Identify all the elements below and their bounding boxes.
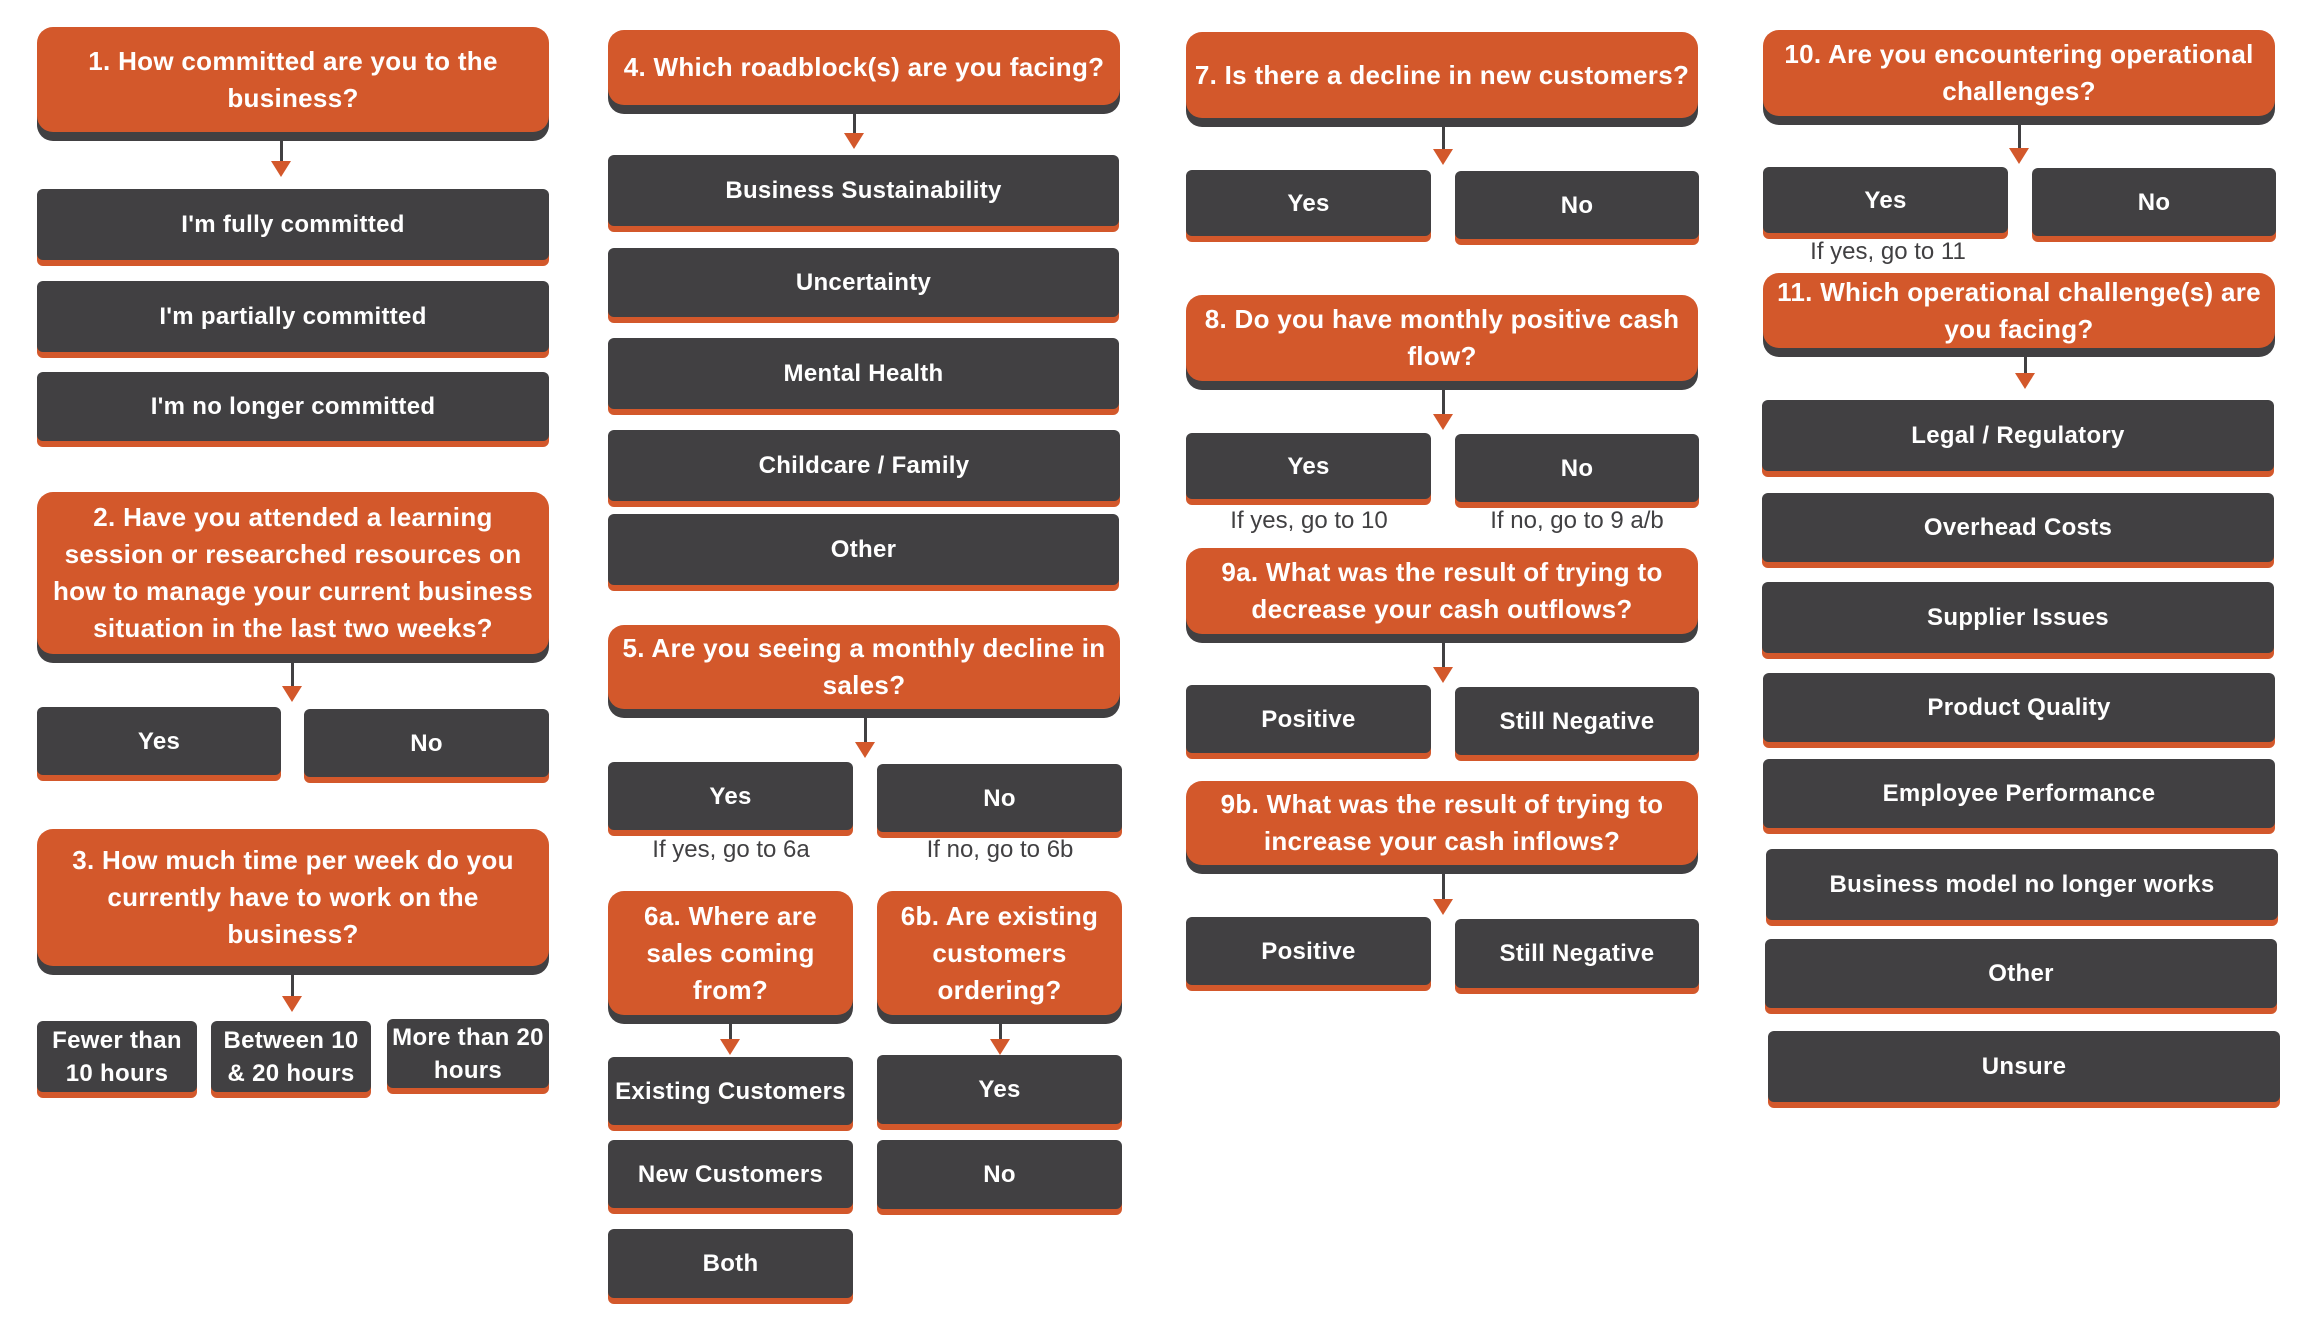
answer-box-q9a: Still Negative [1455, 687, 1699, 755]
answer-box-q11: Supplier Issues [1762, 582, 2274, 653]
answer-box-q4: Childcare / Family [608, 430, 1120, 501]
question-box-q6a: 6a. Where are sales coming from? [608, 891, 853, 1015]
question-box-q9a: 9a. What was the result of trying to dec… [1186, 548, 1698, 634]
answer-box-q11: Other [1765, 939, 2277, 1008]
answer-box-q10: Yes [1763, 167, 2008, 233]
answer-box-q3: More than 20 hours [387, 1019, 549, 1088]
answer-box-q3: Between 10 & 20 hours [211, 1021, 371, 1092]
answer-box-q8: No [1455, 434, 1699, 502]
answer-box-q11: Employee Performance [1763, 759, 2275, 828]
answer-box-q3: Fewer than 10 hours [37, 1021, 197, 1092]
answer-box-q4: Uncertainty [608, 248, 1119, 317]
question-box-q7: 7. Is there a decline in new customers? [1186, 32, 1698, 118]
question-box-q11: 11. Which operational challenge(s) are y… [1763, 273, 2275, 348]
answer-box-q4: Other [608, 514, 1119, 585]
question-box-q8: 8. Do you have monthly positive cash flo… [1186, 295, 1698, 381]
question-box-q6b: 6b. Are existing customers ordering? [877, 891, 1122, 1015]
question-box-q4: 4. Which roadblock(s) are you facing? [608, 30, 1120, 105]
answer-box-q9a: Positive [1186, 685, 1431, 753]
routing-caption: If no, go to 9 a/b [1490, 507, 1664, 534]
routing-caption: If yes, go to 10 [1230, 507, 1388, 534]
answer-box-q5: No [877, 764, 1122, 832]
answer-box-q1: I'm partially committed [37, 281, 549, 352]
answer-box-q9b: Still Negative [1455, 919, 1699, 988]
answer-box-q2: No [304, 709, 549, 777]
answer-box-q6b: No [877, 1140, 1122, 1209]
answer-box-q6a: New Customers [608, 1140, 853, 1208]
answer-box-q8: Yes [1186, 433, 1431, 499]
routing-caption: If no, go to 6b [926, 836, 1074, 863]
answer-box-q1: I'm fully committed [37, 189, 549, 260]
answer-box-q10: No [2032, 168, 2276, 236]
answer-box-q4: Business Sustainability [608, 155, 1119, 226]
decision-flowchart: 1. How committed are you to the business… [0, 0, 2304, 1321]
answer-box-q11: Overhead Costs [1762, 493, 2274, 562]
answer-box-q11: Unsure [1768, 1031, 2280, 1102]
answer-box-q4: Mental Health [608, 338, 1119, 409]
answer-box-q6b: Yes [877, 1055, 1122, 1124]
question-box-q3: 3. How much time per week do you current… [37, 829, 549, 966]
answer-box-q11: Legal / Regulatory [1762, 400, 2274, 471]
answer-box-q7: No [1455, 171, 1699, 239]
question-box-q5: 5. Are you seeing a monthly decline in s… [608, 625, 1120, 709]
answer-box-q6a: Both [608, 1229, 853, 1298]
answer-box-q9b: Positive [1186, 917, 1431, 985]
routing-caption: If yes, go to 6a [652, 836, 810, 863]
answer-box-q11: Product Quality [1763, 673, 2275, 742]
answer-box-q11: Business model no longer works [1766, 849, 2278, 920]
question-box-q9b: 9b. What was the result of trying to inc… [1186, 781, 1698, 865]
routing-caption: If yes, go to 11 [1810, 238, 1966, 265]
question-box-q2: 2. Have you attended a learning session … [37, 492, 549, 654]
question-box-q1: 1. How committed are you to the business… [37, 27, 549, 132]
answer-box-q2: Yes [37, 707, 281, 775]
answer-box-q5: Yes [608, 762, 853, 830]
answer-box-q6a: Existing Customers [608, 1057, 853, 1125]
answer-box-q1: I'm no longer committed [37, 372, 549, 441]
answer-box-q7: Yes [1186, 170, 1431, 236]
question-box-q10: 10. Are you encountering operational cha… [1763, 30, 2275, 116]
